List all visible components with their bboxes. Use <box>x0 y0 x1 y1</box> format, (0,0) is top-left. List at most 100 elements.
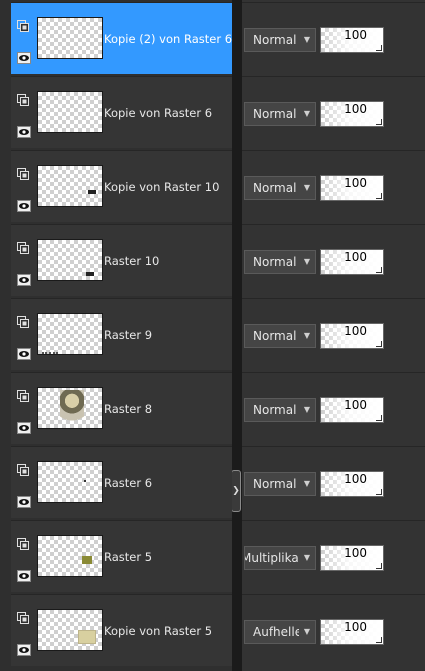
resize-grip-icon[interactable] <box>376 45 382 51</box>
blend-mode-dropdown[interactable]: Normal ▼ <box>244 28 316 52</box>
layer-name: Raster 8 <box>104 402 153 416</box>
eye-icon[interactable] <box>17 49 31 64</box>
blend-mode-label: Normal <box>253 33 297 47</box>
blend-mode-label: Normal <box>253 181 297 195</box>
opacity-field[interactable]: 100 <box>320 545 384 571</box>
resize-grip-icon[interactable] <box>376 563 382 569</box>
layer-row[interactable]: Raster 10 <box>11 224 232 296</box>
layer-properties-row: Normal ▼ 100 <box>242 446 425 520</box>
blend-mode-dropdown[interactable]: Normal ▼ <box>244 398 316 422</box>
layer-thumbnail <box>37 535 103 577</box>
opacity-field[interactable]: 100 <box>320 471 384 497</box>
layer-row[interactable]: Kopie (2) von Raster 6 <box>11 2 232 74</box>
opacity-field[interactable]: 100 <box>320 249 384 275</box>
blend-mode-dropdown[interactable]: Normal ▼ <box>244 176 316 200</box>
eye-icon[interactable] <box>17 641 31 656</box>
chevron-down-icon[interactable]: ▼ <box>299 473 315 495</box>
panel-splitter[interactable] <box>232 0 242 671</box>
layer-properties-row: Normal ▼ 100 <box>242 76 425 150</box>
blend-mode-dropdown[interactable]: Normal ▼ <box>244 102 316 126</box>
resize-grip-icon[interactable] <box>376 415 382 421</box>
eye-icon[interactable] <box>17 271 31 286</box>
layer-name: Raster 10 <box>104 254 160 268</box>
blend-mode-dropdown[interactable]: Normal ▼ <box>244 250 316 274</box>
chevron-down-icon[interactable]: ▼ <box>299 621 315 643</box>
layer-row[interactable]: Raster 9 <box>11 298 232 370</box>
layer-group-icon[interactable] <box>17 535 29 550</box>
opacity-field[interactable]: 100 <box>320 323 384 349</box>
opacity-value: 100 <box>344 324 367 338</box>
resize-grip-icon[interactable] <box>376 119 382 125</box>
eye-icon[interactable] <box>17 493 31 508</box>
opacity-value: 100 <box>344 398 367 412</box>
opacity-field[interactable]: 100 <box>320 397 384 423</box>
layer-properties-row: Normal ▼ 100 <box>242 224 425 298</box>
eye-icon[interactable] <box>17 345 31 360</box>
chevron-down-icon[interactable]: ▼ <box>299 29 315 51</box>
layer-properties-row: Normal ▼ 100 <box>242 150 425 224</box>
opacity-field[interactable]: 100 <box>320 175 384 201</box>
blend-mode-label: Normal <box>253 329 297 343</box>
splitter-handle[interactable]: ❯ <box>231 470 241 512</box>
layer-name: Raster 9 <box>104 328 153 342</box>
layer-group-icon[interactable] <box>17 91 29 106</box>
layer-name: Kopie (2) von Raster 6 <box>104 32 233 46</box>
chevron-down-icon[interactable]: ▼ <box>299 325 315 347</box>
resize-grip-icon[interactable] <box>376 267 382 273</box>
layer-name: Kopie von Raster 10 <box>104 180 220 194</box>
layer-row[interactable]: Raster 5 <box>11 520 232 592</box>
eye-icon[interactable] <box>17 567 31 582</box>
opacity-value: 100 <box>344 620 367 634</box>
opacity-field[interactable]: 100 <box>320 619 384 645</box>
opacity-value: 100 <box>344 546 367 560</box>
eye-icon[interactable] <box>17 197 31 212</box>
layer-name: Kopie von Raster 6 <box>104 106 213 120</box>
opacity-field[interactable]: 100 <box>320 101 384 127</box>
layer-row[interactable]: Raster 6 <box>11 446 232 518</box>
layer-thumbnail <box>37 609 103 651</box>
layer-properties-row: Multiplikation▼ 100 <box>242 520 425 594</box>
resize-grip-icon[interactable] <box>376 341 382 347</box>
layer-properties-row: Normal ▼ 100 <box>242 298 425 372</box>
layer-name: Kopie von Raster 5 <box>104 624 213 638</box>
layer-group-icon[interactable] <box>17 239 29 254</box>
layer-thumbnail <box>37 165 103 207</box>
blend-mode-dropdown[interactable]: Multiplikation▼ <box>244 546 316 570</box>
layer-properties-row: Aufhellen ▼ 100 <box>242 594 425 668</box>
layer-group-icon[interactable] <box>17 17 29 32</box>
chevron-down-icon[interactable]: ▼ <box>299 251 315 273</box>
blend-mode-label: Normal <box>253 107 297 121</box>
layer-thumbnail <box>37 387 103 429</box>
layer-row[interactable]: Kopie von Raster 10 <box>11 150 232 222</box>
resize-grip-icon[interactable] <box>376 489 382 495</box>
layer-group-icon[interactable] <box>17 165 29 180</box>
chevron-down-icon[interactable]: ▼ <box>299 547 315 569</box>
layer-row[interactable]: Raster 8 <box>11 372 232 444</box>
chevron-down-icon[interactable]: ▼ <box>299 399 315 421</box>
layer-group-icon[interactable] <box>17 609 29 624</box>
layer-properties-row: Normal ▼ 100 <box>242 2 425 76</box>
layer-row[interactable]: Kopie von Raster 5 <box>11 594 232 666</box>
layer-thumbnail <box>37 239 103 281</box>
eye-icon[interactable] <box>17 123 31 138</box>
blend-mode-dropdown[interactable]: Normal ▼ <box>244 472 316 496</box>
opacity-value: 100 <box>344 28 367 42</box>
layer-group-icon[interactable] <box>17 313 29 328</box>
layer-row[interactable]: Kopie von Raster 6 <box>11 76 232 148</box>
opacity-value: 100 <box>344 102 367 116</box>
layer-name: Raster 5 <box>104 550 153 564</box>
resize-grip-icon[interactable] <box>376 193 382 199</box>
layer-group-icon[interactable] <box>17 461 29 476</box>
layer-thumbnail <box>37 313 103 355</box>
opacity-value: 100 <box>344 176 367 190</box>
blend-mode-dropdown[interactable]: Normal ▼ <box>244 324 316 348</box>
resize-grip-icon[interactable] <box>376 637 382 643</box>
layer-group-icon[interactable] <box>17 387 29 402</box>
opacity-field[interactable]: 100 <box>320 27 384 53</box>
opacity-value: 100 <box>344 472 367 486</box>
eye-icon[interactable] <box>17 419 31 434</box>
chevron-down-icon[interactable]: ▼ <box>299 177 315 199</box>
chevron-down-icon[interactable]: ▼ <box>299 103 315 125</box>
blend-mode-dropdown[interactable]: Aufhellen ▼ <box>244 620 316 644</box>
layer-name: Raster 6 <box>104 476 153 490</box>
